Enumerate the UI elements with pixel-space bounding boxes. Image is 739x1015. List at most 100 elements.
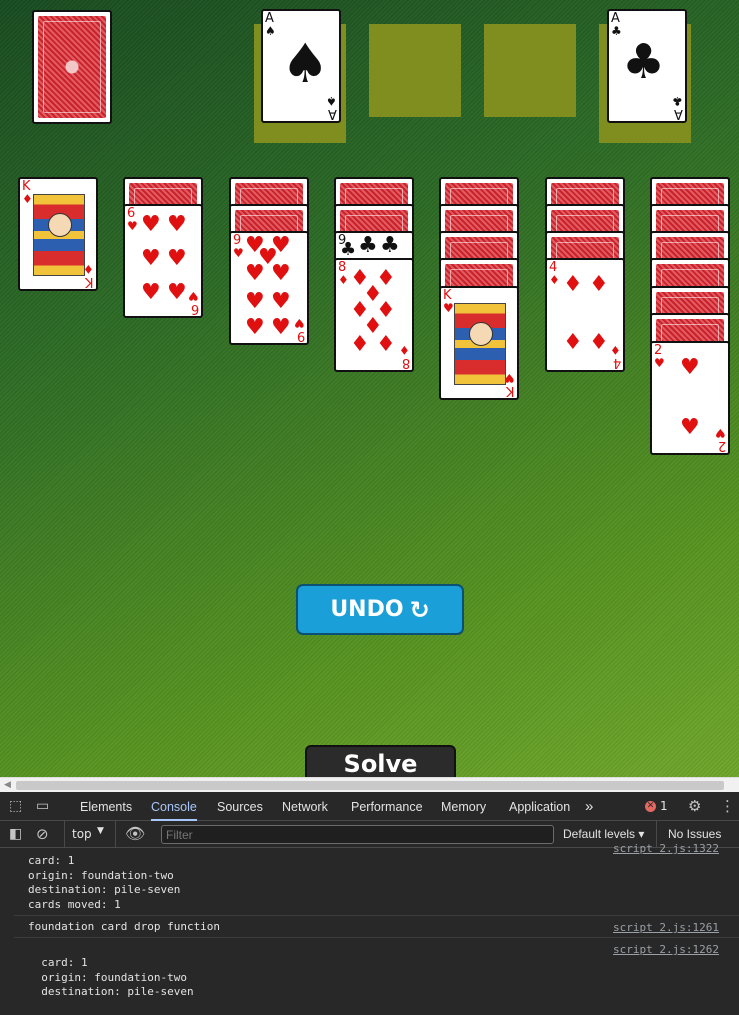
heart-icon: ♥ — [141, 280, 161, 305]
stock-pile[interactable] — [32, 10, 112, 124]
heart-icon: ♥ — [271, 315, 291, 340]
card-rank: K — [85, 274, 94, 289]
heart-icon: ♥ — [654, 356, 665, 370]
console-output: script 2.js:1322 card: 1 origin: foundat… — [0, 842, 739, 1015]
heart-icon: ♥ — [167, 212, 187, 237]
pile-one-card[interactable]: K ♦ K ♦ — [18, 177, 98, 291]
club-icon: ♣ — [380, 233, 400, 258]
king-face-image — [454, 303, 506, 385]
card-rank: 9 — [296, 328, 305, 343]
tab-console[interactable]: Console — [151, 792, 197, 821]
issues-button[interactable]: No Issues — [668, 827, 721, 841]
heart-icon: ♥ — [271, 261, 291, 286]
heart-icon: ♥ — [188, 289, 199, 303]
heart-icon: ♥ — [294, 316, 305, 330]
heart-icon: ♥ — [443, 301, 454, 315]
heart-icon: ♥ — [167, 246, 187, 271]
tab-performance[interactable]: Performance — [351, 792, 423, 821]
heart-icon: ♥ — [715, 426, 726, 440]
spade-icon: ♠ — [326, 94, 337, 108]
log-levels-dropdown[interactable]: Default levels ▾ — [563, 827, 644, 841]
tab-application[interactable]: Application — [509, 792, 570, 821]
device-toolbar-icon[interactable]: ▭ — [36, 798, 49, 814]
diamond-icon: ♦ — [563, 272, 583, 297]
divider — [14, 915, 739, 916]
error-icon[interactable]: ✕ — [645, 801, 656, 812]
divider — [14, 937, 739, 938]
foundation-three-slot[interactable] — [484, 24, 576, 117]
log-source-link[interactable]: script 2.js:1322 — [613, 842, 719, 855]
gear-icon[interactable]: ⚙ — [688, 797, 701, 815]
diamond-icon: ♦ — [399, 343, 410, 357]
divider — [115, 821, 116, 848]
console-message: card: 1 origin: foundation-two destinati… — [28, 854, 181, 911]
context-selector[interactable]: top — [72, 827, 92, 841]
club-icon: ♣ — [358, 233, 378, 258]
pile-six-card[interactable]: 4 ♦ ♦ ♦ ♦ ♦ 4 ♦ — [545, 258, 625, 372]
pile-two-card[interactable]: 6 ♥ ♥ ♥ ♥ ♥ ♥ ♥ 6 ♥ — [123, 204, 203, 318]
heart-icon: ♥ — [245, 315, 265, 340]
foundation-one-card[interactable]: A ♠ ♠ A ♠ — [261, 9, 341, 123]
pile-three-card[interactable]: 9 ♥ ♥ ♥ ♥ ♥ ♥ ♥ ♥ ♥ ♥ 9 ♥ — [229, 231, 309, 345]
diamond-icon: ♦ — [549, 273, 560, 287]
scrollbar-thumb[interactable] — [16, 781, 724, 790]
kebab-menu-icon[interactable]: ⋮ — [720, 797, 735, 815]
heart-icon: ♥ — [245, 289, 265, 314]
tab-memory[interactable]: Memory — [441, 792, 486, 821]
card-rank: A — [328, 106, 337, 121]
diamond-icon: ♦ — [338, 273, 349, 287]
diamond-icon: ♦ — [610, 343, 621, 357]
diamond-icon: ♦ — [350, 332, 370, 357]
log-source-link[interactable]: script 2.js:1261 — [613, 921, 719, 934]
heart-icon: ♥ — [504, 371, 515, 385]
solve-button[interactable]: Solve — [305, 745, 456, 777]
foundation-two-slot[interactable] — [369, 24, 461, 117]
tab-network[interactable]: Network — [282, 792, 328, 821]
error-count[interactable]: 1 — [660, 799, 668, 813]
eye-icon[interactable]: 👁 — [125, 824, 145, 843]
club-icon: ♣ — [340, 239, 357, 260]
log-source-link[interactable]: script 2.js:1262 — [613, 943, 719, 956]
card-rank: 6 — [190, 301, 199, 316]
horizontal-scrollbar[interactable]: ◀ — [0, 777, 739, 792]
sidebar-toggle-icon[interactable]: ◧ — [9, 826, 22, 842]
console-message: card: 1 origin: foundation-two destinati… — [41, 956, 194, 998]
diamond-icon: ♦ — [589, 330, 609, 355]
filter-input[interactable] — [161, 825, 554, 844]
card-rank: A — [674, 106, 683, 121]
clear-console-icon[interactable]: ⊘ — [36, 825, 49, 843]
chevron-down-icon[interactable]: ▼ — [97, 826, 104, 836]
console-message: foundation card drop function — [28, 920, 221, 933]
diamond-icon: ♦ — [563, 330, 583, 355]
undo-label: UNDO — [330, 597, 404, 622]
diamond-icon: ♦ — [589, 272, 609, 297]
undo-icon: ↻ — [409, 595, 430, 624]
undo-button[interactable]: UNDO ↻ — [296, 584, 464, 635]
more-tabs-icon[interactable]: » — [585, 792, 593, 821]
tab-elements[interactable]: Elements — [80, 792, 132, 821]
heart-icon: ♥ — [680, 355, 700, 380]
devtools-panel: ⬚ ▭ Elements Console Sources Network Per… — [0, 792, 739, 1015]
tab-sources[interactable]: Sources — [217, 792, 263, 821]
king-face-image — [33, 194, 85, 276]
heart-icon: ♥ — [127, 219, 138, 233]
pile-seven-card[interactable]: 2 ♥ ♥ ♥ 2 ♥ — [650, 341, 730, 455]
solitaire-board: A ♠ ♠ A ♠ A ♣ ♣ A ♣ K ♦ K ♦ 6 ♥ ♥ ♥ ♥ ♥ … — [0, 0, 739, 777]
heart-icon: ♥ — [680, 415, 700, 440]
foundation-four-card[interactable]: A ♣ ♣ A ♣ — [607, 9, 687, 123]
pile-four-card[interactable]: 8 ♦ ♦ ♦ ♦ ♦ ♦ ♦ ♦ ♦ 8 ♦ — [334, 258, 414, 372]
spade-icon: ♠ — [281, 32, 330, 95]
heart-icon: ♥ — [245, 261, 265, 286]
card-rank: K — [506, 383, 515, 398]
diamond-icon: ♦ — [376, 332, 396, 357]
diamond-icon: ♦ — [22, 192, 33, 206]
heart-icon: ♥ — [167, 280, 187, 305]
card-rank: 2 — [717, 438, 726, 453]
club-icon: ♣ — [622, 34, 666, 90]
scroll-left-icon[interactable]: ◀ — [4, 780, 11, 790]
pile-five-card[interactable]: K ♥ K ♥ — [439, 286, 519, 400]
heart-icon: ♥ — [271, 289, 291, 314]
heart-icon: ♥ — [141, 212, 161, 237]
heart-icon: ♥ — [233, 246, 244, 260]
inspect-element-icon[interactable]: ⬚ — [9, 798, 22, 814]
